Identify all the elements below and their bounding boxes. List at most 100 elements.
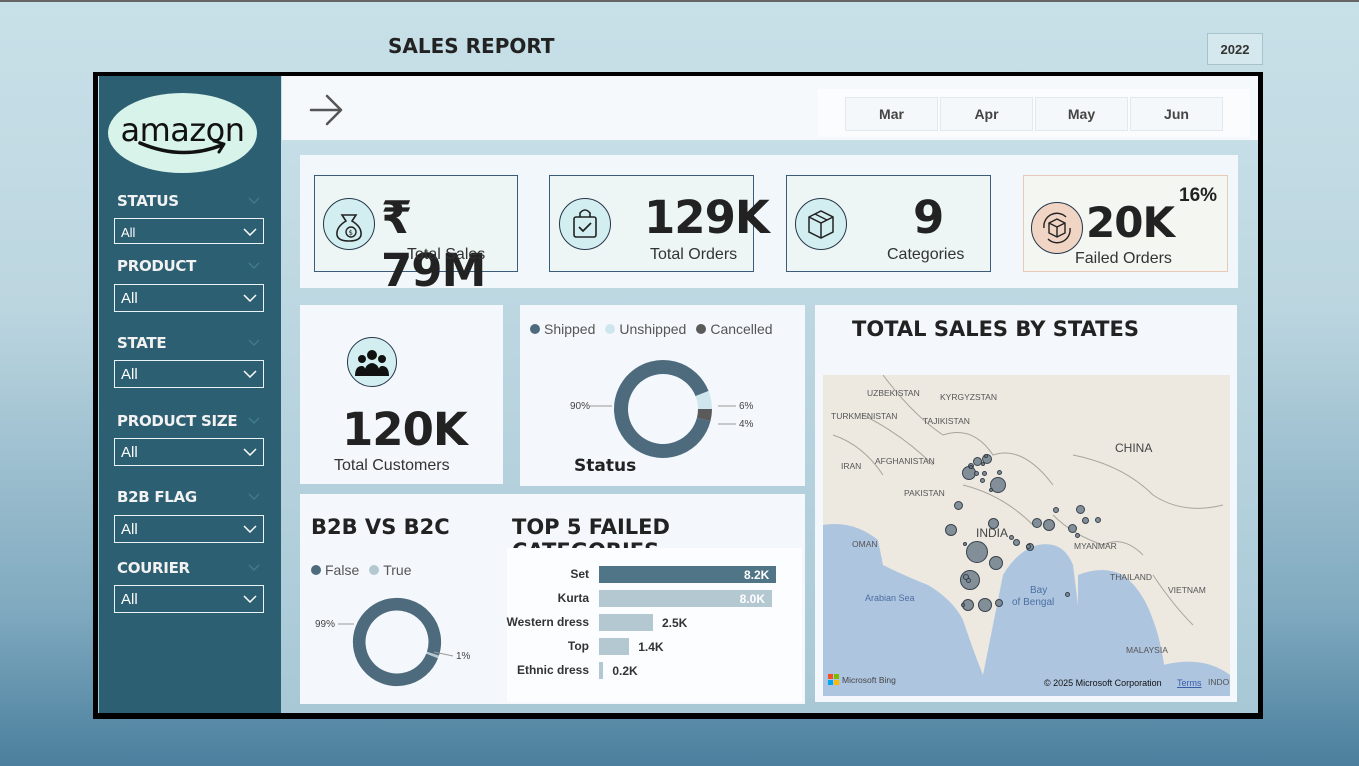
chevron-down-icon [243,294,257,302]
top-border [0,0,1359,2]
status-label-shipped: 90% [570,401,591,412]
chevron-down-icon [243,370,257,378]
legend-dot-false [311,565,321,575]
map-label-kyrgyzstan: KYRGYZSTAN [940,392,997,402]
legend-dot-cancelled [696,324,707,334]
failed-orders-percent: 16% [1179,185,1218,206]
b2b-leader-lines [338,623,454,657]
bar-western-dress[interactable] [599,614,653,631]
state-sales-bubble[interactable] [965,577,971,583]
sales-by-state-map[interactable]: UZBEKISTAN KYRGYZSTAN TURKMENISTAN TAJIK… [823,375,1230,696]
b2b-flag-filter-value: All [121,521,138,538]
chevron-down-icon [243,228,257,236]
bar-value-label: 2.5K [661,616,688,630]
collapse-chevron-icon[interactable] [248,262,260,270]
product-filter-value: All [121,290,138,307]
state-sales-bubble[interactable] [966,541,988,563]
categories-value: 9 [913,191,944,244]
map-terms-link[interactable]: Terms [1177,678,1202,688]
map-copyright: © 2025 Microsoft Corporation [1044,678,1162,688]
state-sales-bubble[interactable] [1008,534,1014,540]
state-sales-bubble[interactable] [1053,507,1059,513]
map-label-myanmar: MYANMAR [1074,541,1117,551]
product-size-filter-select[interactable]: All [114,438,264,466]
bar-top[interactable] [599,638,630,655]
state-filter-select[interactable]: All [114,360,264,388]
customers-value: 120K [342,403,468,456]
failed-orders-value: 20K [1086,198,1175,247]
collapse-chevron-icon[interactable] [248,417,260,425]
month-button-may[interactable]: May [1035,97,1128,131]
product-filter-select[interactable]: All [114,284,264,312]
state-sales-bubble[interactable] [1075,504,1085,514]
b2b-chart-title: B2B VS B2C [311,515,450,539]
smile-arrow-icon [138,139,226,155]
state-sales-bubble[interactable] [981,462,985,466]
state-sales-bubble[interactable] [969,465,973,469]
state-sales-bubble[interactable] [989,488,993,492]
money-bag-icon: $ [323,198,375,250]
state-sales-bubble[interactable] [961,603,965,607]
state-sales-bubble[interactable] [978,598,992,612]
state-sales-bubble[interactable] [1032,518,1042,528]
state-sales-bubble[interactable] [996,469,1002,475]
bar-value-label: 8.2K [744,568,770,582]
product-filter-label: PRODUCT [117,257,197,275]
year-filter-button[interactable]: 2022 [1207,33,1263,65]
state-sales-bubble[interactable] [1081,516,1089,524]
map-label-oman: OMAN [852,539,878,549]
arrow-right-icon[interactable] [308,92,344,128]
state-sales-bubble[interactable] [1064,591,1070,597]
bar-value-label: 1.4K [638,640,664,654]
bar-category-label: Ethnic dress [516,663,589,677]
box-icon [795,198,847,250]
month-button-apr[interactable]: Apr [940,97,1033,131]
state-filter-label: STATE [117,334,167,352]
collapse-chevron-icon[interactable] [248,564,260,572]
total-sales-label: Total Sales [407,246,486,263]
bar-ethnic-dress[interactable] [599,662,604,679]
status-filter-select[interactable]: All [114,218,264,244]
legend-unshipped: Unshipped [619,321,687,337]
collapse-chevron-icon[interactable] [248,339,260,347]
collapse-chevron-icon[interactable] [248,197,260,205]
legend-false: False [325,562,360,578]
bar-category-label: Top [567,639,589,653]
state-sales-bubble[interactable] [995,599,1003,607]
state-sales-bubble[interactable] [963,542,967,546]
courier-filter-select[interactable]: All [114,585,264,613]
state-sales-bubble[interactable] [987,517,999,529]
map-label-uzbekistan: UZBEKISTAN [867,388,920,398]
b2b-label-true: 1% [456,651,471,662]
map-label-china: CHINA [1115,441,1153,455]
b2b-flag-filter-select[interactable]: All [114,515,264,543]
state-sales-bubble[interactable] [1012,538,1020,546]
state-sales-bubble[interactable] [1025,543,1031,549]
courier-filter-value: All [121,591,138,608]
month-button-mar[interactable]: Mar [845,97,938,131]
state-sales-bubble[interactable] [1067,523,1077,533]
state-sales-bubble[interactable] [1043,519,1055,531]
categories-label: Categories [887,246,965,263]
map-label-of-bengal: of Bengal [1012,597,1055,608]
map-label-thailand: THAILAND [1110,572,1153,582]
state-sales-bubble[interactable] [981,470,987,476]
state-sales-bubble[interactable] [953,500,963,510]
status-chart-title: Status [574,456,637,476]
state-sales-bubble[interactable] [979,477,985,483]
state-sales-bubble[interactable] [945,524,957,536]
state-sales-bubble[interactable] [1074,532,1080,538]
state-sales-bubble[interactable] [1095,517,1101,523]
total-orders-card: 129K Total Orders [549,175,770,272]
map-label-pakistan: PAKISTAN [904,488,945,498]
bar-category-label: Kurta [557,591,589,605]
state-sales-bubble[interactable] [973,470,979,476]
state-sales-bubble[interactable] [989,556,1003,570]
svg-text:$: $ [349,229,353,237]
failed-orders-card: 20K Failed Orders 16% [1023,175,1228,272]
bar-category-label: Set [570,567,589,581]
month-button-jun[interactable]: Jun [1130,97,1223,131]
collapse-chevron-icon[interactable] [248,493,260,501]
map-title: TOTAL SALES BY STATES [852,317,1139,341]
state-sales-bubble[interactable] [984,454,988,458]
